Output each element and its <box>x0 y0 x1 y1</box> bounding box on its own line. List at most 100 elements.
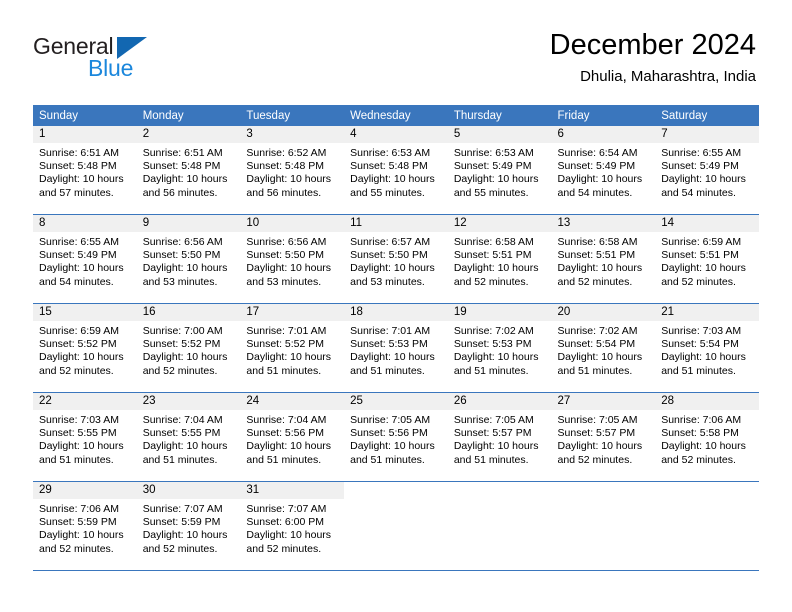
calendar-day-cell[interactable]: 16 Sunrise: 7:00 AM Sunset: 5:52 PM Dayl… <box>136 303 241 393</box>
sunrise-text: Sunrise: 6:56 AM <box>246 236 327 248</box>
sunrise-text: Sunrise: 7:01 AM <box>246 325 327 337</box>
sunrise-text: Sunrise: 7:02 AM <box>557 325 638 337</box>
calendar-day-cell[interactable]: 31 Sunrise: 7:07 AM Sunset: 6:00 PM Dayl… <box>240 481 345 570</box>
day-details: Sunrise: 7:01 AM Sunset: 5:53 PM Dayligh… <box>344 321 448 378</box>
daylight-text-line2: and 51 minutes. <box>453 453 529 466</box>
daylight-text-line2: and 55 minutes. <box>453 186 529 199</box>
calendar-day-cell[interactable]: 25 Sunrise: 7:05 AM Sunset: 5:56 PM Dayl… <box>344 392 448 482</box>
sunrise-text: Sunrise: 7:02 AM <box>453 325 534 337</box>
day-number: 12 <box>447 215 552 232</box>
sunrise-text: Sunrise: 6:59 AM <box>661 236 742 248</box>
daylight-text-line1: Daylight: 10 hours <box>39 351 124 364</box>
daylight-text-line2: and 51 minutes. <box>350 453 425 466</box>
calendar-day-cell[interactable]: 4 Sunrise: 6:53 AM Sunset: 5:48 PM Dayli… <box>344 126 448 215</box>
calendar-day-cell[interactable]: 21 Sunrise: 7:03 AM Sunset: 5:54 PM Dayl… <box>655 303 759 393</box>
calendar-day-cell[interactable]: 26 Sunrise: 7:05 AM Sunset: 5:57 PM Dayl… <box>447 392 552 482</box>
sunset-text: Sunset: 5:56 PM <box>350 427 428 440</box>
calendar-day-cell[interactable]: 29 Sunrise: 7:06 AM Sunset: 5:59 PM Dayl… <box>33 481 137 570</box>
calendar-day-cell[interactable]: 20 Sunrise: 7:02 AM Sunset: 5:54 PM Dayl… <box>551 303 656 393</box>
sunset-text: Sunset: 5:48 PM <box>39 160 117 173</box>
daylight-text-line2: and 51 minutes. <box>142 453 218 466</box>
day-number: 16 <box>136 304 241 321</box>
sunset-text: Sunset: 5:56 PM <box>246 427 325 440</box>
weekday-header-row: Sunday Monday Tuesday Wednesday Thursday… <box>33 105 759 126</box>
sunrise-text: Sunrise: 6:59 AM <box>39 325 119 337</box>
calendar-week-row: 1 Sunrise: 6:51 AM Sunset: 5:48 PM Dayli… <box>33 126 759 215</box>
sunrise-text: Sunrise: 7:05 AM <box>350 414 431 426</box>
calendar-day-cell[interactable]: 9 Sunrise: 6:56 AM Sunset: 5:50 PM Dayli… <box>136 214 241 304</box>
general-blue-logo: General Blue <box>33 33 163 81</box>
daylight-text-line1: Daylight: 10 hours <box>661 440 746 453</box>
daylight-text-line2: and 54 minutes. <box>39 275 114 288</box>
daylight-text-line2: and 55 minutes. <box>350 186 425 199</box>
calendar-day-cell[interactable]: 14 Sunrise: 6:59 AM Sunset: 5:51 PM Dayl… <box>655 214 759 304</box>
calendar-day-cell[interactable]: 17 Sunrise: 7:01 AM Sunset: 5:52 PM Dayl… <box>240 303 345 393</box>
daylight-text-line2: and 53 minutes. <box>350 275 425 288</box>
calendar-day-cell[interactable]: 7 Sunrise: 6:55 AM Sunset: 5:49 PM Dayli… <box>655 126 759 215</box>
daylight-text-line1: Daylight: 10 hours <box>350 351 435 364</box>
day-number: 11 <box>344 215 448 232</box>
sunset-text: Sunset: 5:49 PM <box>453 160 532 173</box>
daylight-text-line1: Daylight: 10 hours <box>453 351 539 364</box>
day-details: Sunrise: 7:01 AM Sunset: 5:52 PM Dayligh… <box>240 321 344 378</box>
calendar-day-cell[interactable]: 2 Sunrise: 6:51 AM Sunset: 5:48 PM Dayli… <box>136 126 241 215</box>
day-details: Sunrise: 6:55 AM Sunset: 5:49 PM Dayligh… <box>655 143 759 200</box>
daylight-text-line2: and 56 minutes. <box>246 186 322 199</box>
sunrise-text: Sunrise: 6:53 AM <box>350 147 431 159</box>
sunset-text: Sunset: 5:53 PM <box>453 338 532 351</box>
weekday-header-friday: Friday <box>551 105 656 126</box>
daylight-text-line1: Daylight: 10 hours <box>557 173 643 186</box>
day-number: 7 <box>655 126 759 143</box>
calendar-day-cell[interactable]: 5 Sunrise: 6:53 AM Sunset: 5:49 PM Dayli… <box>447 126 552 215</box>
calendar-day-cell[interactable]: 18 Sunrise: 7:01 AM Sunset: 5:53 PM Dayl… <box>344 303 448 393</box>
daylight-text-line1: Daylight: 10 hours <box>142 440 228 453</box>
calendar-day-cell[interactable]: 28 Sunrise: 7:06 AM Sunset: 5:58 PM Dayl… <box>655 392 759 482</box>
daylight-text-line1: Daylight: 10 hours <box>246 529 332 542</box>
daylight-text-line1: Daylight: 10 hours <box>350 440 435 453</box>
sunset-text: Sunset: 5:49 PM <box>661 160 739 173</box>
day-number: 20 <box>551 304 656 321</box>
day-details: Sunrise: 6:55 AM Sunset: 5:49 PM Dayligh… <box>33 232 137 289</box>
calendar-day-cell[interactable]: 11 Sunrise: 6:57 AM Sunset: 5:50 PM Dayl… <box>344 214 448 304</box>
daylight-text-line2: and 54 minutes. <box>661 186 736 199</box>
daylight-text-line2: and 52 minutes. <box>453 275 529 288</box>
calendar-day-cell[interactable]: 10 Sunrise: 6:56 AM Sunset: 5:50 PM Dayl… <box>240 214 345 304</box>
day-details: Sunrise: 6:59 AM Sunset: 5:51 PM Dayligh… <box>655 232 759 289</box>
calendar-day-cell[interactable]: 1 Sunrise: 6:51 AM Sunset: 5:48 PM Dayli… <box>33 126 137 215</box>
calendar-day-cell[interactable]: 23 Sunrise: 7:04 AM Sunset: 5:55 PM Dayl… <box>136 392 241 482</box>
day-number: 22 <box>33 393 137 410</box>
day-number <box>655 482 759 499</box>
sunset-text: Sunset: 5:51 PM <box>557 249 636 262</box>
calendar-day-cell[interactable]: 8 Sunrise: 6:55 AM Sunset: 5:49 PM Dayli… <box>33 214 137 304</box>
sunset-text: Sunset: 5:55 PM <box>142 427 221 440</box>
day-number: 1 <box>33 126 137 143</box>
day-details: Sunrise: 7:07 AM Sunset: 5:59 PM Dayligh… <box>137 499 241 556</box>
weekday-header-monday: Monday <box>136 105 241 126</box>
calendar-day-cell[interactable]: 3 Sunrise: 6:52 AM Sunset: 5:48 PM Dayli… <box>240 126 345 215</box>
daylight-text-line1: Daylight: 10 hours <box>557 440 643 453</box>
page-title: December 2024 <box>549 29 756 61</box>
calendar-day-cell[interactable]: 6 Sunrise: 6:54 AM Sunset: 5:49 PM Dayli… <box>551 126 656 215</box>
daylight-text-line1: Daylight: 10 hours <box>453 173 539 186</box>
sunrise-text: Sunrise: 6:52 AM <box>246 147 327 159</box>
calendar-day-cell[interactable]: 13 Sunrise: 6:58 AM Sunset: 5:51 PM Dayl… <box>551 214 656 304</box>
daylight-text-line1: Daylight: 10 hours <box>557 351 643 364</box>
day-number: 13 <box>551 215 656 232</box>
day-details: Sunrise: 6:59 AM Sunset: 5:52 PM Dayligh… <box>33 321 137 378</box>
calendar-day-cell[interactable]: 27 Sunrise: 7:05 AM Sunset: 5:57 PM Dayl… <box>551 392 656 482</box>
calendar-day-cell[interactable]: 24 Sunrise: 7:04 AM Sunset: 5:56 PM Dayl… <box>240 392 345 482</box>
logo-text-blue: Blue <box>88 55 134 81</box>
calendar-day-cell[interactable]: 19 Sunrise: 7:02 AM Sunset: 5:53 PM Dayl… <box>447 303 552 393</box>
day-details: Sunrise: 6:51 AM Sunset: 5:48 PM Dayligh… <box>33 143 137 200</box>
calendar-day-cell[interactable]: 22 Sunrise: 7:03 AM Sunset: 5:55 PM Dayl… <box>33 392 137 482</box>
calendar-day-cell[interactable]: 30 Sunrise: 7:07 AM Sunset: 5:59 PM Dayl… <box>136 481 241 570</box>
day-details: Sunrise: 6:56 AM Sunset: 5:50 PM Dayligh… <box>137 232 241 289</box>
sunset-text: Sunset: 5:57 PM <box>453 427 532 440</box>
daylight-text-line2: and 52 minutes. <box>142 542 218 555</box>
sunrise-text: Sunrise: 6:51 AM <box>39 147 119 159</box>
sunrise-text: Sunrise: 7:05 AM <box>453 414 534 426</box>
calendar-day-cell[interactable]: 15 Sunrise: 6:59 AM Sunset: 5:52 PM Dayl… <box>33 303 137 393</box>
calendar-day-cell[interactable]: 12 Sunrise: 6:58 AM Sunset: 5:51 PM Dayl… <box>447 214 552 304</box>
day-number <box>344 482 448 499</box>
daylight-text-line1: Daylight: 10 hours <box>142 529 228 542</box>
